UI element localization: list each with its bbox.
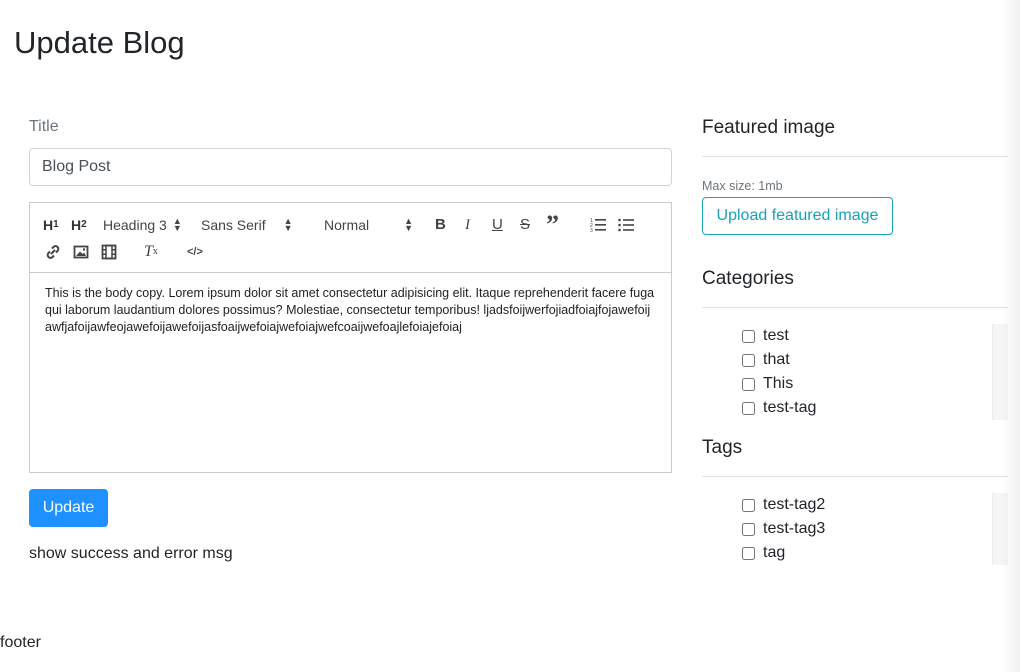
category-label: This xyxy=(763,375,794,392)
link-icon xyxy=(46,245,60,259)
featured-image-heading: Featured image xyxy=(702,117,836,138)
categories-list: test that This test-tag xyxy=(742,324,816,420)
heading-picker[interactable]: Heading 3 ▲ ▼ xyxy=(103,215,182,235)
category-item: This xyxy=(742,372,816,396)
bold-button[interactable]: B xyxy=(435,215,446,235)
size-picker-label: Normal xyxy=(324,217,370,233)
page-title: Update Blog xyxy=(14,25,185,60)
tag-checkbox[interactable] xyxy=(742,546,755,560)
video-icon xyxy=(101,244,117,260)
clean-format-sub: x xyxy=(152,246,158,257)
tag-item: tag xyxy=(742,541,825,565)
header-1-label: H xyxy=(43,217,54,233)
clean-format-button[interactable]: Tx xyxy=(144,242,158,262)
category-item: test xyxy=(742,324,816,348)
header-2-sub: 2 xyxy=(81,219,87,230)
updown-chevron-icon: ▲ ▼ xyxy=(172,216,182,233)
title-label: Title xyxy=(29,118,59,135)
blockquote-button[interactable]: ” xyxy=(546,210,559,239)
categories-heading: Categories xyxy=(702,268,794,289)
rich-text-editor: H1 H2 Heading 3 ▲ ▼ Sans Serif ▲ ▼ Normal ▲ ▼ … xyxy=(29,202,672,473)
category-checkbox[interactable] xyxy=(742,329,755,343)
tag-item: test-tag2 xyxy=(742,493,825,517)
tags-list: test-tag2 test-tag3 tag xyxy=(742,493,825,565)
header-2-button[interactable]: H2 xyxy=(71,215,87,235)
header-2-label: H xyxy=(71,217,82,233)
window-edge-shadow xyxy=(1002,0,1020,672)
category-label: test xyxy=(763,327,789,344)
ordered-list-icon: 1 2 3 xyxy=(590,218,606,233)
category-label: test-tag xyxy=(763,399,817,416)
update-button[interactable]: Update xyxy=(29,489,108,527)
font-picker-label: Sans Serif xyxy=(201,217,266,233)
image-icon xyxy=(73,245,89,259)
title-input[interactable] xyxy=(29,148,672,186)
tag-checkbox[interactable] xyxy=(742,522,755,536)
editor-content[interactable]: This is the body copy. Lorem ipsum dolor… xyxy=(30,273,671,348)
footer: footer xyxy=(0,634,41,651)
updown-chevron-icon: ▲ ▼ xyxy=(283,216,293,233)
divider xyxy=(702,156,1008,157)
code-block-button[interactable]: </> xyxy=(187,242,203,262)
italic-button[interactable]: I xyxy=(465,215,470,235)
updown-chevron-icon: ▲ ▼ xyxy=(404,216,414,233)
font-picker[interactable]: Sans Serif ▲ ▼ xyxy=(201,215,293,235)
upload-featured-image-button[interactable]: Upload featured image xyxy=(702,197,893,235)
bullet-list-icon xyxy=(618,218,634,232)
clean-format-icon: T xyxy=(144,243,153,260)
category-item: that xyxy=(742,348,816,372)
tag-label: test-tag3 xyxy=(763,520,826,537)
category-checkbox[interactable] xyxy=(742,353,755,367)
heading-picker-label: Heading 3 xyxy=(103,217,167,233)
bullet-list-button[interactable] xyxy=(618,215,634,235)
ordered-list-button[interactable]: 1 2 3 xyxy=(590,215,606,235)
link-button[interactable] xyxy=(45,242,61,262)
header-1-sub: 1 xyxy=(53,219,59,230)
tag-checkbox[interactable] xyxy=(742,498,755,512)
size-picker[interactable]: Normal ▲ ▼ xyxy=(324,215,413,235)
editor-toolbar: H1 H2 Heading 3 ▲ ▼ Sans Serif ▲ ▼ Normal ▲ ▼ … xyxy=(30,203,671,273)
underline-button[interactable]: U xyxy=(492,215,503,235)
max-size-note: Max size: 1mb xyxy=(702,179,783,193)
tag-label: test-tag2 xyxy=(763,496,826,513)
svg-text:3: 3 xyxy=(590,228,593,233)
category-label: that xyxy=(763,351,790,368)
category-item: test-tag xyxy=(742,396,816,420)
tag-item: test-tag3 xyxy=(742,517,825,541)
video-button[interactable] xyxy=(101,242,117,262)
tags-heading: Tags xyxy=(702,437,743,458)
header-1-button[interactable]: H1 xyxy=(43,215,59,235)
divider xyxy=(702,476,1008,477)
tag-label: tag xyxy=(763,544,786,561)
divider xyxy=(702,307,1008,308)
category-checkbox[interactable] xyxy=(742,401,755,415)
image-button[interactable] xyxy=(73,242,89,262)
category-checkbox[interactable] xyxy=(742,377,755,391)
status-message: show success and error msg xyxy=(29,545,233,562)
strike-button[interactable]: S xyxy=(520,215,530,235)
